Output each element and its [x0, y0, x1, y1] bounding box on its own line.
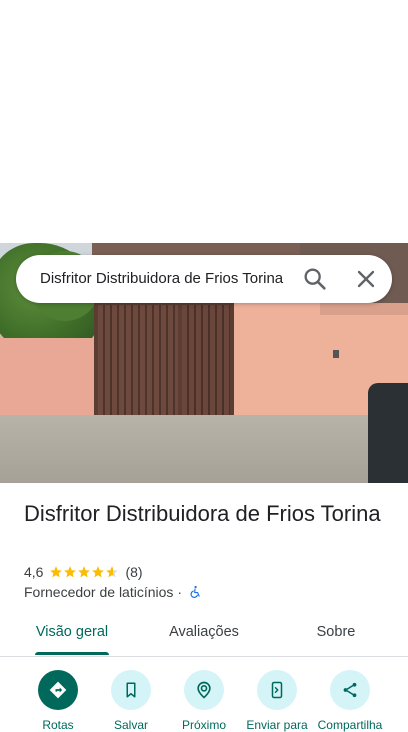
directions-circle	[38, 670, 78, 710]
place-title: Disfritor Distribuidora de Frios Torina	[24, 501, 381, 526]
tab-bar: Visão geral Avaliações Sobre	[0, 614, 408, 657]
tab-about[interactable]: Sobre	[300, 614, 372, 654]
send-circle	[257, 670, 297, 710]
star-icon	[78, 566, 91, 578]
tab-reviews[interactable]: Avaliações	[160, 614, 248, 654]
category-row: Fornecedor de laticínios ·	[24, 583, 202, 601]
star-icon	[64, 566, 77, 578]
save-circle	[111, 670, 151, 710]
nearby-icon	[197, 681, 211, 699]
half-star-icon	[106, 566, 119, 578]
directions-button[interactable]: Rotas	[18, 670, 98, 732]
map-blank-area	[0, 0, 408, 243]
search-button[interactable]	[301, 265, 329, 293]
wheelchair-accessible-icon	[190, 585, 200, 598]
star-icon	[50, 566, 63, 578]
bookmark-icon	[126, 682, 136, 698]
photo-gate-right	[182, 305, 230, 419]
tab-overview[interactable]: Visão geral	[28, 614, 116, 654]
rating-row[interactable]: 4,6 (8)	[24, 563, 143, 581]
share-circle	[330, 670, 370, 710]
rating-stars	[49, 565, 119, 579]
search-input[interactable]: Disfritor Distribuidora de Frios Torina	[40, 255, 302, 303]
close-icon	[357, 270, 375, 288]
send-to-phone-button[interactable]: Enviar para	[237, 670, 317, 732]
photo-gate-left	[98, 305, 178, 419]
place-category: Fornecedor de laticínios	[24, 584, 174, 600]
share-label: Compartilha	[317, 718, 383, 732]
share-icon	[343, 682, 357, 698]
save-label: Salvar	[113, 718, 148, 732]
send-to-phone-icon	[271, 681, 283, 699]
save-button[interactable]: Salvar	[91, 670, 171, 732]
share-button[interactable]: Compartilha	[310, 670, 390, 732]
separator-dot: ·	[177, 584, 183, 600]
photo-wall-light	[333, 350, 339, 358]
star-icon	[92, 566, 105, 578]
photo-ground	[0, 415, 408, 483]
nearby-label: Próximo	[181, 718, 226, 732]
photo-wall-left	[0, 338, 96, 423]
search-icon	[304, 268, 326, 290]
nearby-circle	[184, 670, 224, 710]
send-label: Enviar para	[246, 718, 308, 732]
photo-wall-band	[320, 303, 408, 315]
search-bar[interactable]: Disfritor Distribuidora de Frios Torina	[16, 255, 392, 303]
close-button[interactable]	[352, 265, 380, 293]
rating-value: 4,6	[24, 564, 44, 580]
photo-trash-bin	[368, 383, 408, 483]
directions-icon	[49, 681, 67, 699]
directions-label: Rotas	[42, 718, 74, 732]
nearby-button[interactable]: Próximo	[164, 670, 244, 732]
review-count[interactable]: (8)	[125, 564, 142, 580]
active-tab-indicator	[35, 652, 109, 655]
